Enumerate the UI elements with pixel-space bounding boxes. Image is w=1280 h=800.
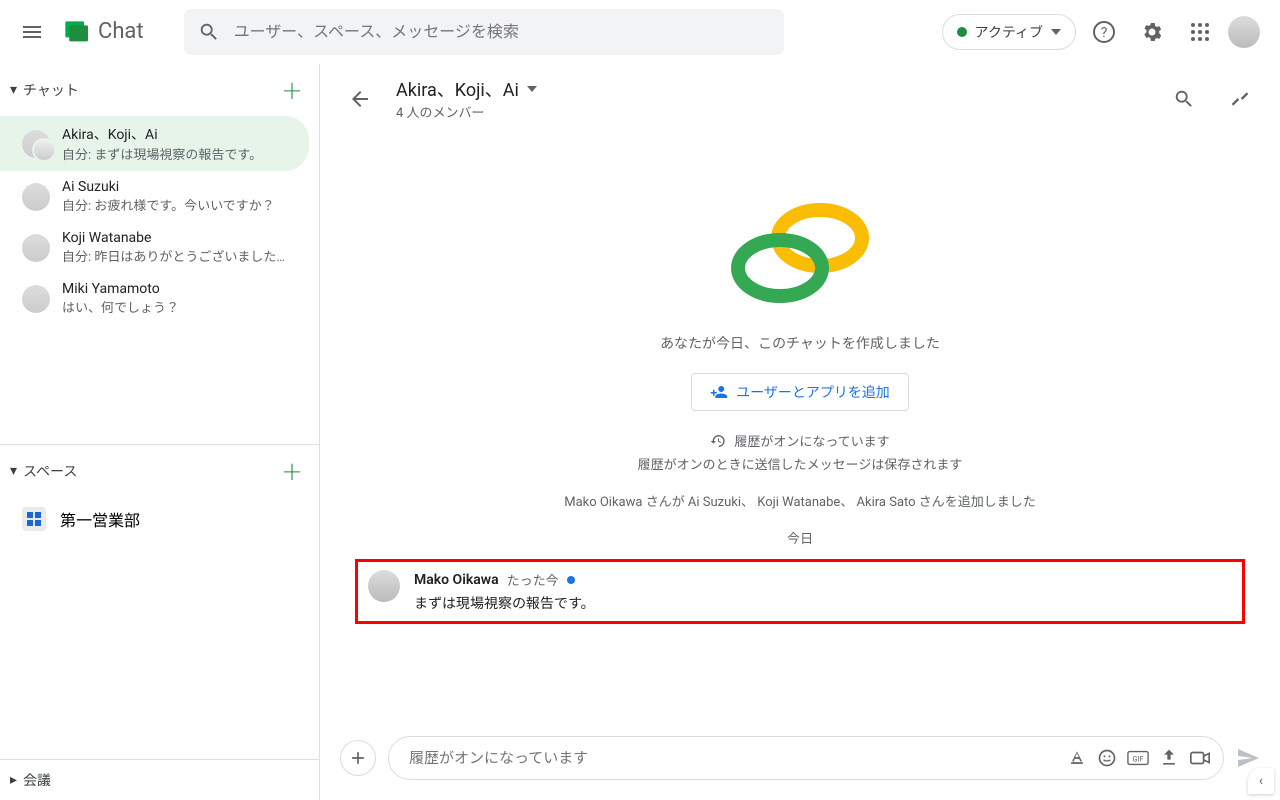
chat-item[interactable]: Miki Yamamoto はい、何でしょう？: [0, 273, 319, 324]
message-avatar: [368, 570, 400, 602]
collapse-icon: [1230, 89, 1250, 109]
svg-text:?: ?: [1101, 25, 1108, 41]
arrow-left-icon: [348, 87, 372, 111]
chevron-down-icon: [527, 86, 537, 92]
logo-area[interactable]: Chat: [60, 16, 144, 48]
search-in-convo-button[interactable]: [1164, 79, 1204, 119]
caret-down-icon: ▾: [10, 82, 17, 98]
app-header: Chat アクティブ ?: [0, 0, 1280, 64]
plus-icon: [348, 748, 368, 768]
meeting-section-header[interactable]: ▸ 会議: [0, 759, 319, 800]
gear-icon: [1140, 20, 1164, 44]
space-icon: [22, 507, 46, 531]
main-menu-button[interactable]: [8, 8, 56, 56]
help-icon: ?: [1092, 20, 1116, 44]
video-icon: [1189, 748, 1211, 768]
created-text: あなたが今日、このチャットを作成しました: [660, 333, 940, 353]
chat-name: Koji Watanabe: [62, 230, 285, 246]
status-selector[interactable]: アクティブ: [942, 14, 1076, 50]
back-button[interactable]: [340, 79, 380, 119]
chat-item[interactable]: Akira、Koji、Ai 自分: まずは現場視察の報告です。: [0, 116, 309, 171]
header-right: アクティブ ?: [942, 12, 1272, 52]
status-label: アクティブ: [975, 22, 1043, 42]
search-icon: [198, 21, 220, 43]
unread-dot-icon: [567, 576, 575, 584]
message-row: Mako Oikawa たった今 まずは現場視察の報告です。: [355, 559, 1245, 624]
chat-preview: 自分: まずは現場視察の報告です。: [62, 144, 262, 163]
gif-icon: GIF: [1127, 748, 1149, 768]
compose-input[interactable]: [409, 749, 1067, 767]
svg-text:GIF: GIF: [1132, 755, 1143, 764]
chat-preview: 自分: お疲れ様です。今いいですか？: [62, 195, 275, 214]
caret-right-icon: ▸: [10, 772, 17, 788]
chat-item[interactable]: Koji Watanabe 自分: 昨日はありがとうございました…: [0, 222, 319, 273]
account-avatar[interactable]: [1228, 16, 1260, 48]
search-bar[interactable]: [184, 9, 784, 55]
chat-preview: はい、何でしょう？: [62, 297, 179, 316]
search-icon: [1173, 88, 1195, 110]
add-users-button[interactable]: ユーザーとアプリを追加: [691, 373, 909, 411]
chat-item[interactable]: Ai Suzuki 自分: お疲れ様です。今いいですか？: [0, 171, 319, 222]
chat-avatar: [22, 234, 50, 262]
compose-add-button[interactable]: [340, 740, 376, 776]
conversation-header: Akira、Koji、Ai 4 人のメンバー: [320, 64, 1280, 133]
video-button[interactable]: [1189, 748, 1211, 768]
chat-avatar: [22, 130, 50, 158]
chat-bubbles-illustration: [725, 193, 875, 313]
compose-row: GIF: [320, 724, 1280, 800]
conversation-body: あなたが今日、このチャットを作成しました ユーザーとアプリを追加 履歴がオンにな…: [320, 133, 1280, 724]
status-dot-icon: [957, 27, 967, 37]
chat-section-header[interactable]: ▾ チャット ＋: [0, 64, 319, 116]
chevron-down-icon: [1051, 29, 1061, 35]
chat-name: Miki Yamamoto: [62, 281, 179, 297]
chat-preview: 自分: 昨日はありがとうございました…: [62, 246, 285, 265]
emoji-icon: [1097, 748, 1117, 768]
text-format-icon: [1067, 748, 1087, 768]
help-button[interactable]: ?: [1084, 12, 1124, 52]
upload-button[interactable]: [1159, 748, 1179, 768]
history-icon: [710, 433, 726, 449]
settings-button[interactable]: [1132, 12, 1172, 52]
chat-avatar: [22, 183, 50, 211]
emoji-button[interactable]: [1097, 748, 1117, 768]
new-chat-button[interactable]: ＋: [281, 74, 303, 106]
sidebar: ▾ チャット ＋ Akira、Koji、Ai 自分: まずは現場視察の報告です。…: [0, 64, 320, 800]
chat-name: Akira、Koji、Ai: [62, 124, 262, 144]
conversation-subtitle: 4 人のメンバー: [396, 102, 1148, 121]
app-name: Chat: [98, 19, 144, 44]
members-added-line: Mako Oikawa さんが Ai Suzuki、 Koji Watanabe…: [564, 491, 1036, 510]
meeting-section-label: 会議: [23, 770, 51, 790]
history-on-line: 履歴がオンになっています: [710, 431, 889, 450]
compose-box[interactable]: GIF: [388, 736, 1224, 780]
upload-icon: [1159, 748, 1179, 768]
apps-button[interactable]: [1180, 12, 1220, 52]
message-body: まずは現場視察の報告です。: [414, 593, 1232, 613]
collapse-button[interactable]: [1220, 79, 1260, 119]
send-button[interactable]: [1236, 746, 1260, 770]
apps-grid-icon: [1190, 22, 1210, 42]
space-item[interactable]: 第一営業部: [0, 497, 319, 541]
caret-down-icon: ▾: [10, 463, 17, 479]
message-author: Mako Oikawa: [414, 572, 499, 588]
history-sub-text: 履歴がオンのときに送信したメッセージは保存されます: [638, 454, 963, 473]
new-space-button[interactable]: ＋: [281, 455, 303, 487]
send-icon: [1236, 746, 1260, 770]
format-button[interactable]: [1067, 748, 1087, 768]
date-separator: 今日: [787, 528, 813, 547]
space-name: 第一営業部: [60, 507, 140, 531]
search-input[interactable]: [234, 22, 770, 41]
side-panel-toggle[interactable]: ‹: [1248, 768, 1274, 794]
chat-logo-icon: [60, 16, 92, 48]
conversation-title[interactable]: Akira、Koji、Ai: [396, 76, 1148, 102]
chat-section-label: チャット: [23, 80, 79, 100]
hamburger-icon: [20, 20, 44, 44]
person-add-icon: [710, 383, 728, 401]
space-section-label: スペース: [23, 461, 77, 481]
chat-name: Ai Suzuki: [62, 179, 275, 195]
chat-avatar: [22, 285, 50, 313]
message-time: たった今: [507, 570, 559, 589]
gif-button[interactable]: GIF: [1127, 748, 1149, 768]
conversation-pane: Akira、Koji、Ai 4 人のメンバー あなたが今日、このチャットを作成し…: [320, 64, 1280, 800]
space-section-header[interactable]: ▾ スペース ＋: [0, 444, 319, 497]
